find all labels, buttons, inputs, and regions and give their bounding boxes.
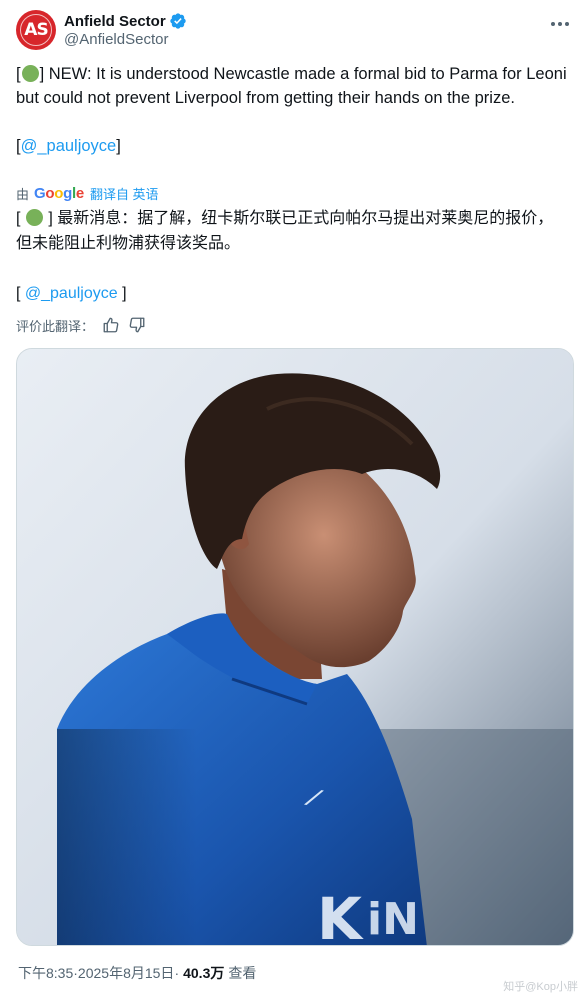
translated-source-open: [ [16, 285, 25, 302]
tweet-source-line: [@_pauljoyce] [16, 134, 568, 158]
translated-open-bracket: [ [16, 210, 21, 227]
source-close-bracket: ] [116, 137, 121, 155]
views-count: 40.3万 [183, 965, 225, 981]
watermark: 知乎@Kop小胖 [503, 981, 578, 993]
tweet-header: AS Anfield Sector @AnfieldSector [16, 8, 572, 52]
tweet-main-paragraph: [] NEW: It is understood Newcastle made … [16, 62, 568, 110]
thumbs-down-icon[interactable] [128, 316, 146, 334]
translation-attribution: 由 Google 翻译自 英语 [16, 184, 159, 202]
translated-paragraph: [ ] 最新消息：据了解，纽卡斯尔联已正式向帕尔马提出对莱奥尼的报价，但未能阻止… [16, 206, 568, 256]
thumbs-up-icon[interactable] [102, 316, 120, 334]
translated-by-label: 由 [16, 186, 30, 202]
tweet-meta: 下午8:35 · 2025年8月15日 · 40.3万 查看 [18, 963, 256, 983]
tweet-photo[interactable]: ⟋ K iN [16, 348, 574, 946]
translated-source-line: [ @_pauljoyce ] [16, 281, 568, 306]
svg-text:iN: iN [367, 894, 419, 945]
meta-separator: · [174, 965, 180, 981]
svg-text:K: K [317, 885, 364, 946]
google-logo: Google [34, 184, 84, 202]
account-handle[interactable]: @AnfieldSector [64, 31, 168, 48]
rate-translation-label: 评价此翻译： [16, 318, 95, 334]
translated-text: ] 最新消息：据了解，纽卡斯尔联已正式向帕尔马提出对莱奥尼的报价，但未能阻止利物… [16, 210, 554, 252]
mention-link[interactable]: @_pauljoyce [21, 137, 117, 155]
green-circle-icon [21, 65, 39, 82]
more-icon[interactable] [548, 14, 572, 34]
tweet-open-bracket: [ [16, 65, 21, 83]
tweet-text: ] NEW: It is understood Newcastle made a… [16, 65, 567, 107]
verified-badge-icon [169, 12, 187, 30]
avatar[interactable]: AS [16, 10, 56, 50]
tweet-body: [] NEW: It is understood Newcastle made … [16, 62, 568, 158]
name-row: Anfield Sector [64, 11, 187, 31]
tweet-date[interactable]: 2025年8月15日 [78, 963, 175, 983]
avatar-logo-text: AS [24, 20, 48, 40]
display-name[interactable]: Anfield Sector [64, 13, 166, 30]
green-circle-icon [25, 209, 43, 226]
player-photo-illustration: ⟋ K iN [17, 349, 573, 946]
views-label: 查看 [228, 965, 257, 981]
translated-body: [ ] 最新消息：据了解，纽卡斯尔联已正式向帕尔马提出对莱奥尼的报价，但未能阻止… [16, 206, 568, 306]
rate-translation-row: 评价此翻译： [16, 315, 146, 335]
translated-source-close: ] [117, 285, 127, 302]
tweet-time[interactable]: 下午8:35 [18, 963, 73, 983]
translated-from-link[interactable]: 翻译自 英语 [90, 184, 159, 203]
translated-mention-link[interactable]: @_pauljoyce [25, 285, 118, 302]
